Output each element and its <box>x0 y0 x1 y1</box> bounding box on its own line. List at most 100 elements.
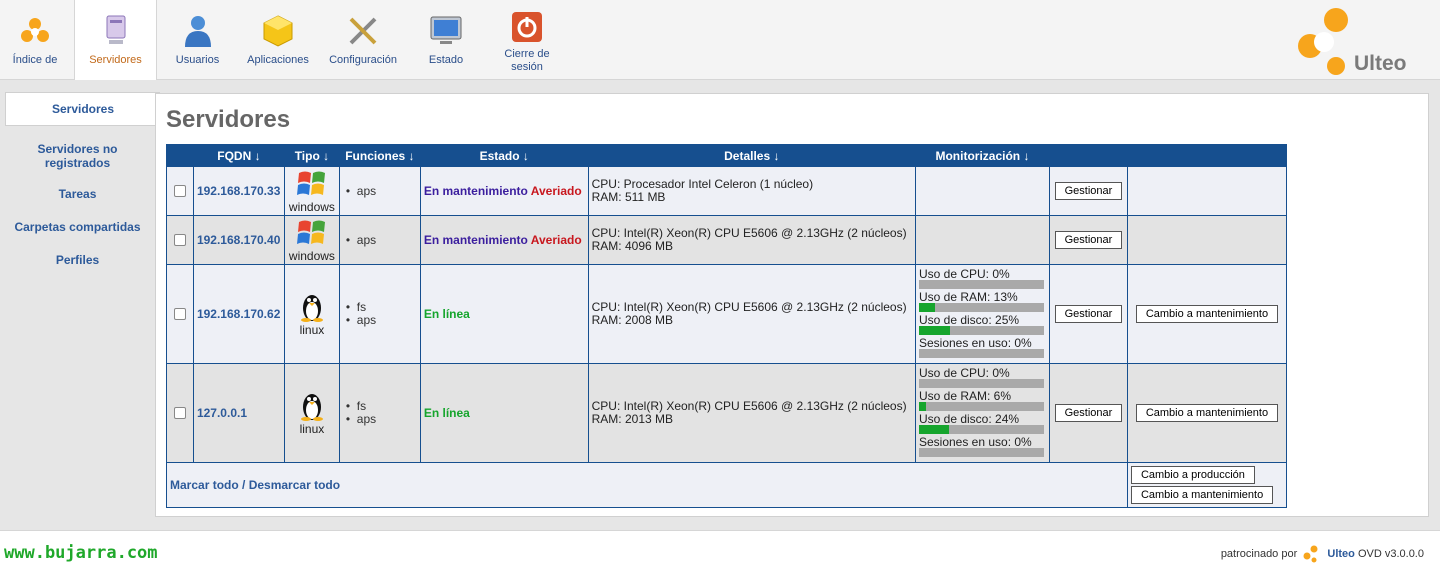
status-maintenance: En mantenimiento <box>423 233 528 247</box>
sidebar-item-profiles[interactable]: Perfiles <box>0 247 155 273</box>
sponsor-version: OVD v3.0.0.0 <box>1357 547 1424 560</box>
sidebar-item-shared-folders[interactable]: Carpetas compartidas <box>0 214 155 240</box>
function-item: aps <box>356 313 377 327</box>
sessions-usage-bar <box>918 349 1044 358</box>
function-item: aps <box>356 183 377 198</box>
sidebar-item-servers[interactable]: Servidores <box>5 92 160 126</box>
nav-item-configuration[interactable]: Configuración <box>324 0 402 80</box>
server-monitoring <box>914 215 1050 265</box>
disk-usage-label: Uso de disco: 24% <box>918 412 1020 426</box>
ram-usage-label: Uso de RAM: 6% <box>918 389 1012 403</box>
switch-to-maintenance-button[interactable]: Cambio a mantenimiento <box>1135 404 1279 422</box>
disk-usage-bar <box>918 425 1044 434</box>
sponsor-name-link[interactable]: Ulteo <box>1327 548 1355 560</box>
column-header-functions[interactable]: Funciones ↓ <box>338 144 421 167</box>
link-separator: / <box>238 478 249 492</box>
row-checkbox[interactable] <box>173 234 186 246</box>
nav-item-servers[interactable]: Servidores <box>74 0 157 81</box>
row-checkbox[interactable] <box>173 308 186 320</box>
column-header-details[interactable]: Detalles ↓ <box>587 144 916 167</box>
table-row: 192.168.170.33 windows • aps En mantenim… <box>166 166 1288 216</box>
manage-button[interactable]: Gestionar <box>1054 182 1123 200</box>
status-online: En línea <box>423 307 470 321</box>
server-type: linux <box>283 363 340 463</box>
column-header-fqdn[interactable]: FQDN ↓ <box>192 144 285 167</box>
server-fqdn-link[interactable]: 192.168.170.40 <box>192 215 285 265</box>
switch-to-maintenance-button[interactable]: Cambio a mantenimiento <box>1135 305 1279 323</box>
table-row: 192.168.170.62 linux • fs • aps En línea… <box>166 264 1288 364</box>
row-checkbox[interactable] <box>173 407 186 419</box>
nav-item-label: Usuarios <box>175 54 220 66</box>
cube-icon <box>263 15 293 47</box>
server-monitoring: Uso de CPU: 0% Uso de RAM: 6% Uso de dis… <box>914 363 1050 463</box>
column-header-type[interactable]: Tipo ↓ <box>283 144 340 167</box>
ulteo-logo: Ulteo <box>1294 6 1424 76</box>
nav-item-status[interactable]: Estado <box>420 0 472 80</box>
column-header-status[interactable]: Estado ↓ <box>419 144 589 167</box>
detail-ram: RAM: 4096 MB <box>591 239 674 253</box>
column-header-monitoring[interactable]: Monitorización ↓ <box>914 144 1050 167</box>
server-status: En mantenimiento Averiado <box>419 215 589 265</box>
server-type: linux <box>283 264 340 364</box>
content-panel: Servidores FQDN ↓ Tipo ↓ Funciones ↓ Est… <box>155 93 1429 517</box>
bulk-switch-to-maintenance-button[interactable]: Cambio a mantenimiento <box>1130 486 1274 504</box>
switch-to-production-button[interactable]: Cambio a producción <box>1130 466 1255 484</box>
sidebar-item-tasks[interactable]: Tareas <box>0 181 155 207</box>
ram-usage-label: Uso de RAM: 13% <box>918 290 1018 304</box>
disk-usage-label: Uso de disco: 25% <box>918 313 1020 327</box>
nav-item-label: Aplicaciones <box>247 54 309 66</box>
ram-usage-bar <box>918 402 1044 411</box>
server-fqdn-link[interactable]: 127.0.0.1 <box>192 363 285 463</box>
function-item: fs <box>356 399 367 413</box>
main-area: Servidores Servidores no registrados Tar… <box>0 80 1440 530</box>
monitor-icon <box>430 16 462 44</box>
function-item: aps <box>356 412 377 426</box>
nav-item-label: Índice de <box>12 54 58 66</box>
server-functions: • fs • aps <box>338 264 421 364</box>
table-footer-row: Marcar todo / Desmarcar todo Cambio a pr… <box>166 462 1288 508</box>
server-fqdn-link[interactable]: 192.168.170.62 <box>192 264 285 364</box>
column-header-manage <box>1048 144 1128 167</box>
nav-item-logout[interactable]: Cierre de sesión <box>496 0 558 80</box>
row-checkbox[interactable] <box>173 185 186 197</box>
server-type-label: windows <box>288 199 335 214</box>
nav-item-applications[interactable]: Aplicaciones <box>242 0 314 80</box>
nav-item-label: Servidores <box>89 54 142 66</box>
server-type-label: linux <box>299 322 325 337</box>
linux-tux-icon <box>300 393 323 421</box>
power-icon <box>512 12 542 42</box>
server-status: En mantenimiento Averiado <box>419 166 589 216</box>
manage-button[interactable]: Gestionar <box>1054 305 1123 323</box>
mark-all-link[interactable]: Marcar todo <box>170 478 239 492</box>
sidebar-item-unregistered-servers[interactable]: Servidores no registrados <box>0 136 155 176</box>
sponsor-line: patrocinado por Ulteo OVD v3.0.0.0 <box>1221 545 1424 563</box>
row-actions <box>1126 215 1288 265</box>
server-details: CPU: Intel(R) Xeon(R) CPU E5606 @ 2.13GH… <box>587 363 916 463</box>
server-fqdn-link[interactable]: 192.168.170.33 <box>192 166 285 216</box>
sidebar: Servidores Servidores no registrados Tar… <box>0 92 160 273</box>
ulteo-mini-logo-icon <box>1303 545 1318 563</box>
sessions-usage-bar <box>918 448 1044 457</box>
bulk-actions: Cambio a producción Cambio a mantenimien… <box>1126 462 1288 508</box>
nav-item-index[interactable]: Índice de <box>0 0 70 80</box>
status-maintenance: En mantenimiento <box>423 184 528 198</box>
watermark-text: www.bujarra.com <box>4 543 158 563</box>
sessions-usage-label: Sesiones en uso: 0% <box>918 435 1032 449</box>
table-row: 127.0.0.1 linux • fs • aps En línea CPU:… <box>166 363 1288 463</box>
server-details: CPU: Intel(R) Xeon(R) CPU E5606 @ 2.13GH… <box>587 264 916 364</box>
row-actions <box>1126 166 1288 216</box>
nav-item-label: Configuración <box>329 54 397 66</box>
nav-item-users[interactable]: Usuarios <box>165 0 230 80</box>
brand-name: Ulteo <box>1354 52 1407 75</box>
user-icon <box>184 16 211 47</box>
table-header-row: FQDN ↓ Tipo ↓ Funciones ↓ Estado ↓ Detal… <box>166 144 1288 167</box>
function-item: fs <box>356 300 367 314</box>
function-item: aps <box>356 232 377 247</box>
server-type-label: windows <box>288 248 335 263</box>
status-online: En línea <box>423 406 470 420</box>
column-header-select <box>166 144 194 167</box>
manage-button[interactable]: Gestionar <box>1054 404 1123 422</box>
unmark-all-link[interactable]: Desmarcar todo <box>249 478 340 492</box>
server-status: En línea <box>419 264 589 364</box>
manage-button[interactable]: Gestionar <box>1054 231 1123 249</box>
